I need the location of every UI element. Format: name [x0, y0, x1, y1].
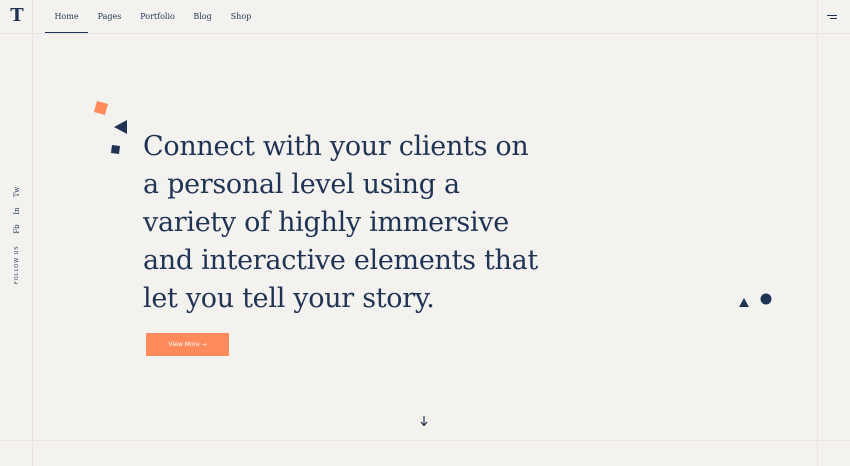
- social-links: Tw In Fb FOLLOW US: [10, 182, 24, 286]
- footer-divider: [0, 440, 850, 441]
- orange-square-shape: [94, 101, 108, 115]
- follow-us-label: FOLLOW US: [14, 245, 20, 284]
- navy-square-shape: [111, 145, 120, 154]
- view-more-button[interactable]: View More →: [146, 333, 229, 356]
- arrow-down-icon[interactable]: [419, 414, 429, 428]
- hamburger-icon[interactable]: [827, 13, 837, 21]
- navy-triangle-shape: [114, 120, 127, 134]
- navy-circle-shape: [760, 293, 772, 305]
- hero-headline: Connect with your clients on a personal …: [143, 131, 538, 314]
- small-triangle-shape: [739, 298, 749, 307]
- left-guide-line: [32, 0, 33, 466]
- nav-item-pages[interactable]: Pages: [88, 0, 131, 33]
- header-divider: [0, 33, 850, 34]
- right-guide-line: [817, 0, 818, 466]
- social-link-facebook[interactable]: Fb: [10, 222, 24, 236]
- nav-item-portfolio[interactable]: Portfolio: [131, 0, 184, 33]
- nav-item-shop[interactable]: Shop: [221, 0, 261, 33]
- nav-item-home[interactable]: Home: [45, 0, 88, 33]
- site-logo[interactable]: T: [8, 5, 26, 27]
- main-nav: Home Pages Portfolio Blog Shop: [45, 0, 261, 33]
- social-link-twitter[interactable]: Tw: [10, 185, 24, 199]
- social-link-linkedin[interactable]: In: [10, 204, 24, 218]
- nav-item-blog[interactable]: Blog: [184, 0, 221, 33]
